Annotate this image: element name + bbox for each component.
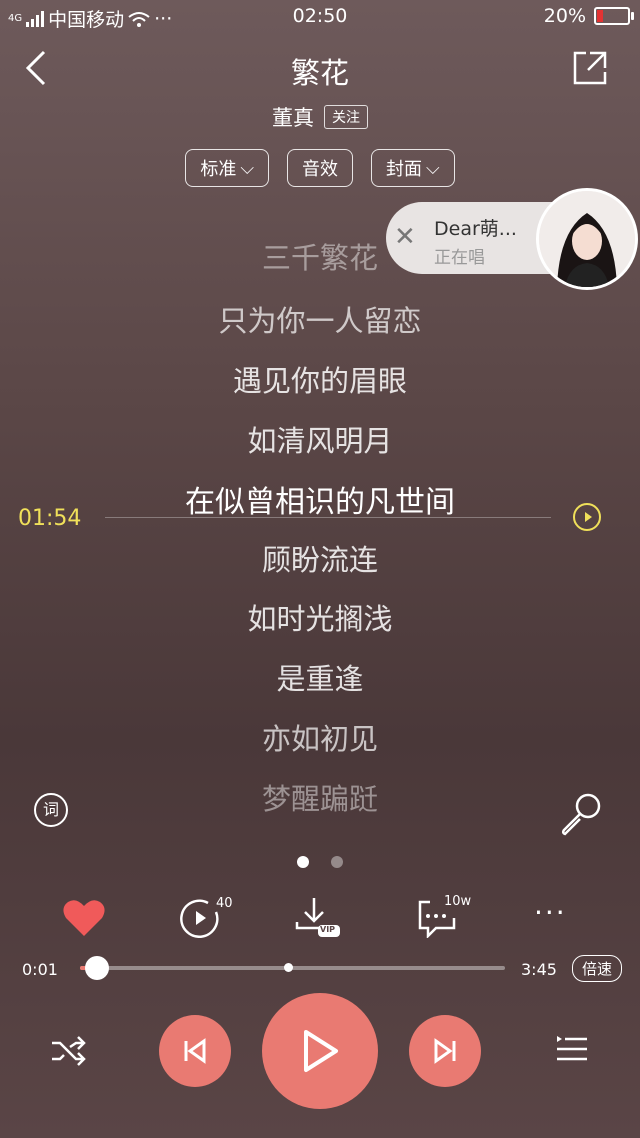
share-icon[interactable]: [572, 50, 608, 86]
avatar[interactable]: [536, 188, 638, 290]
skip-forward-icon: [434, 1038, 456, 1064]
sound-effect-button[interactable]: 音效: [287, 149, 353, 187]
singer-avatar-image: [539, 191, 635, 287]
singing-status: 正在唱: [434, 248, 485, 268]
lyric-line: 遇见你的眉眼: [232, 364, 407, 398]
page-dot-active: [297, 856, 309, 868]
download-button[interactable]: VIP: [294, 896, 354, 940]
skip-back-icon: [184, 1038, 206, 1064]
total-time: 3:45: [521, 960, 557, 979]
play-from-here-button[interactable]: [573, 503, 601, 531]
speed-button[interactable]: 倍速: [572, 955, 623, 982]
chevron-down-icon: ⌵: [426, 157, 440, 179]
lyric-line: 如清风明月: [247, 424, 393, 458]
lyric-line-current: 在似曾相识的凡世间: [185, 485, 455, 520]
play-button[interactable]: [262, 993, 378, 1109]
page-indicator: [0, 856, 640, 868]
next-button[interactable]: [409, 1015, 481, 1087]
sound-effect-label: 音效: [302, 159, 338, 180]
playlist-icon[interactable]: [555, 1035, 589, 1067]
artist-row: 董真 关注: [0, 102, 640, 132]
quality-label: 标准: [200, 159, 237, 180]
lyric-line: 只为你一人留恋: [218, 304, 422, 338]
lyric-line: 是重逢: [276, 662, 364, 696]
heart-icon[interactable]: [62, 898, 106, 938]
more-icon[interactable]: ···: [534, 896, 567, 929]
cover-label: 封面: [386, 159, 422, 180]
battery-percent: 20%: [543, 5, 586, 27]
seek-time: 01:54: [18, 506, 82, 531]
vip-badge: VIP: [320, 925, 336, 934]
microphone-icon[interactable]: [558, 792, 602, 836]
lyric-line: 顾盼流连: [261, 543, 378, 577]
play-icon: [304, 1030, 338, 1072]
page-dot: [331, 856, 343, 868]
comment-count: 10w: [444, 894, 472, 909]
play-icon: [585, 512, 592, 522]
follow-button[interactable]: 关注: [324, 105, 368, 129]
quality-button[interactable]: 标准 ⌵: [185, 149, 269, 187]
comments-button[interactable]: 10w: [416, 894, 476, 940]
song-title: 繁花: [290, 56, 349, 90]
chevron-down-icon: ⌵: [240, 157, 254, 179]
shuffle-icon[interactable]: [50, 1035, 86, 1067]
seek-line: [105, 517, 551, 518]
buffer-marker: [284, 963, 294, 972]
progress-bar[interactable]: [80, 956, 505, 980]
current-time: 0:01: [22, 960, 58, 979]
battery-icon: [594, 7, 634, 25]
previous-button[interactable]: [159, 1015, 231, 1087]
lyric-line: 梦醒蹁跹: [261, 782, 378, 816]
close-icon[interactable]: ✕: [394, 222, 416, 252]
mv-count: 40: [216, 896, 233, 911]
cover-button[interactable]: 封面 ⌵: [371, 149, 455, 187]
lyric-line: 亦如初见: [261, 722, 378, 756]
lyrics-translate-icon[interactable]: 词: [34, 793, 68, 827]
singer-name: Dear萌...: [434, 218, 517, 240]
status-bar: 4G 中国移动 ··· 02:50 20%: [0, 0, 640, 34]
artist-name[interactable]: 董真: [272, 102, 314, 132]
battery-info: 20%: [543, 5, 634, 27]
progress-handle[interactable]: [85, 956, 109, 980]
lyric-line: 如时光搁浅: [247, 602, 393, 636]
mv-button[interactable]: 40: [178, 896, 238, 940]
option-pills: 标准 ⌵ 音效 封面 ⌵: [0, 149, 640, 187]
